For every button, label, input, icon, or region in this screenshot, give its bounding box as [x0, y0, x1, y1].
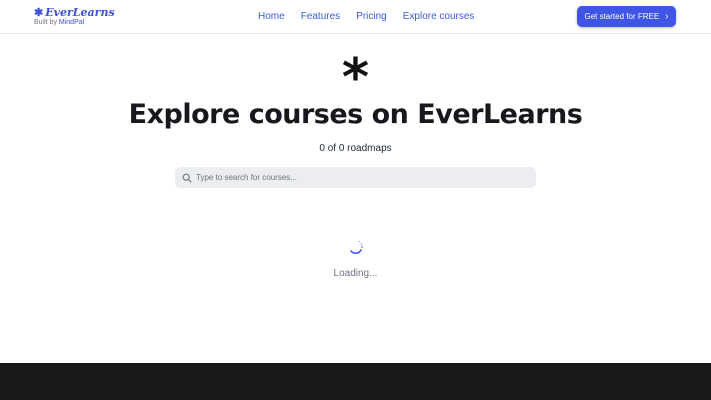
nav-link-features[interactable]: Features [301, 11, 340, 23]
site-header: ✱ EverLearns Built by MindPal Home Featu… [0, 0, 711, 34]
built-by-brand[interactable]: MindPal [59, 19, 84, 26]
built-by-prefix: Built by [34, 19, 59, 26]
logo-text: EverLearns [45, 6, 115, 19]
page-title: Explore courses on EverLearns [128, 99, 583, 130]
search-input[interactable] [196, 173, 526, 182]
main-nav: Home Features Pricing Explore courses [258, 11, 474, 23]
search-icon [182, 173, 192, 183]
loading-spinner-icon [350, 241, 363, 255]
get-started-label: Get started for FREE [584, 12, 660, 21]
site-footer [0, 363, 711, 400]
search-bar[interactable] [175, 167, 536, 188]
hero-asterisk-icon: * [341, 48, 370, 108]
nav-link-explore-courses[interactable]: Explore courses [403, 11, 475, 23]
nav-link-home[interactable]: Home [258, 11, 285, 23]
chevron-right-icon: › [665, 10, 669, 22]
get-started-button[interactable]: Get started for FREE › [577, 6, 676, 27]
roadmap-count: 0 of 0 roadmaps [319, 143, 392, 154]
nav-link-pricing[interactable]: Pricing [356, 11, 387, 23]
logo[interactable]: ✱ EverLearns Built by MindPal [34, 7, 115, 27]
logo-wordmark: ✱ EverLearns [34, 7, 115, 18]
loading-text: Loading... [333, 268, 378, 279]
asterisk-icon: ✱ [34, 6, 44, 19]
built-by-text: Built by MindPal [34, 19, 115, 27]
